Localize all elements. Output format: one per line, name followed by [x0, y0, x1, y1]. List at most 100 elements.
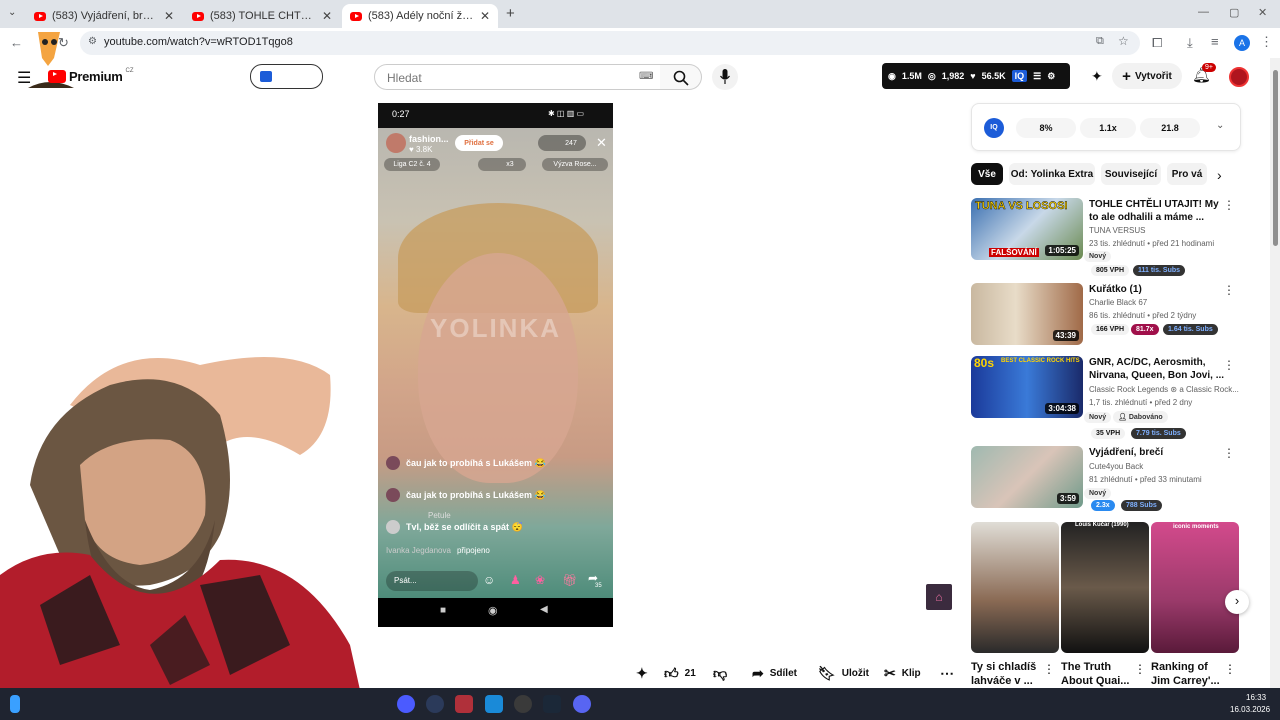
percent-value[interactable]: 8% — [1016, 118, 1076, 138]
video-title[interactable]: Kuřátko (1) — [1089, 283, 1229, 296]
gift-icon[interactable]: 🎁︎ — [562, 573, 577, 587]
account-avatar[interactable] — [1229, 67, 1249, 87]
channel-avatar[interactable] — [386, 133, 406, 153]
start-windows-icon[interactable] — [10, 695, 20, 713]
video-thumbnail[interactable]: TUNA VS LOSOSI FALŠOVÁNÍ 1:05:25 — [971, 198, 1083, 260]
extension-action-icon[interactable]: ✦ — [636, 662, 648, 684]
minimize-icon[interactable]: — — [1198, 6, 1209, 18]
reload-icon[interactable]: ↻ — [58, 35, 69, 51]
taskbar-app-icon[interactable] — [397, 695, 415, 713]
channel-name[interactable]: Charlie Black 67 — [1089, 298, 1147, 307]
search-input[interactable]: Hledat — [387, 71, 422, 85]
short-more-icon[interactable]: ⋮ — [1043, 662, 1055, 676]
more-options-icon[interactable]: ⋮ — [1223, 198, 1235, 212]
taskbar-app-icon[interactable] — [455, 695, 473, 713]
search-box[interactable]: Hledat ⌨ — [374, 64, 661, 90]
close-tab-icon[interactable]: ✕ — [322, 9, 332, 23]
short-thumbnail[interactable] — [971, 522, 1059, 653]
chrome-menu-icon[interactable]: ⋮ — [1260, 34, 1273, 50]
maximize-icon[interactable]: ▢ — [1229, 6, 1239, 19]
extensions-icon[interactable]: ⧠ — [1152, 35, 1162, 51]
list-icon[interactable]: ☰ — [1033, 71, 1041, 82]
extension-puzzle-icon[interactable]: ✦ — [1091, 68, 1103, 85]
share-button[interactable]: ➦ Sdílet — [752, 662, 797, 684]
channel-name[interactable]: TUNA VERSUS — [1089, 226, 1145, 235]
new-tab-button[interactable]: + — [506, 5, 515, 22]
chat-input[interactable]: Psát... — [386, 571, 478, 591]
profile-avatar[interactable]: A — [1234, 35, 1250, 51]
channel-name[interactable]: Cute4you Back — [1089, 462, 1143, 471]
scrollbar-thumb[interactable] — [1273, 70, 1278, 246]
taskbar-app-icon[interactable] — [485, 695, 503, 713]
recommendation-item[interactable]: TUNA VS LOSOSI FALŠOVÁNÍ 1:05:25 TOHLE C… — [971, 198, 1241, 278]
video-thumbnail[interactable]: 43:39 — [971, 283, 1083, 345]
settings-icon[interactable]: ⚙ — [1047, 71, 1055, 82]
browser-tab-1[interactable]: (583) Vyjádření, brečí - YouTube ✕ — [26, 4, 182, 28]
clip-button[interactable]: ✂ Klip — [884, 662, 921, 684]
video-title[interactable]: GNR, AC/DC, Aerosmith, Nirvana, Queen, B… — [1089, 356, 1229, 382]
short-thumbnail[interactable]: Louis Kučar (1990) — [1061, 522, 1149, 653]
close-tab-icon[interactable]: ✕ — [164, 9, 174, 23]
browser-tab-2[interactable]: (583) TOHLE CHTĚLI UTAJIT! My... ✕ — [184, 4, 340, 28]
video-thumbnail[interactable]: 3:59 — [971, 446, 1083, 508]
keyboard-icon[interactable]: ⌨ — [639, 71, 653, 82]
recommendation-item[interactable]: 80s BEST CLASSIC ROCK HITS 3:04:38 GNR, … — [971, 356, 1241, 441]
challenge-pill[interactable]: Výzva Rose... — [542, 158, 608, 171]
chip-from-channel[interactable]: Od: Yolinka Extra — [1009, 163, 1095, 185]
close-window-icon[interactable]: ✕ — [1258, 6, 1267, 19]
video-title[interactable]: Vyjádření, brečí — [1089, 446, 1229, 459]
more-options-icon[interactable]: ⋮ — [1223, 446, 1235, 460]
more-actions-button[interactable]: ⋯ — [940, 662, 954, 684]
site-settings-icon[interactable]: ⚙ — [88, 36, 97, 47]
like-button[interactable]: 👍︎ 21 — [664, 662, 696, 684]
more-options-icon[interactable]: ⋮ — [1223, 358, 1235, 372]
more-options-icon[interactable]: ⋮ — [1223, 283, 1235, 297]
people-icon[interactable]: ♟ — [510, 573, 521, 587]
short-more-icon[interactable]: ⋮ — [1134, 662, 1146, 676]
back-icon[interactable]: ← — [10, 35, 23, 50]
bookmark-star-icon[interactable]: ☆ — [1118, 34, 1129, 48]
expand-chevron-icon[interactable]: ⌄ — [1216, 120, 1224, 131]
emoji-icon[interactable]: ☺ — [483, 573, 495, 587]
close-live-icon[interactable]: ✕ — [596, 135, 607, 151]
recommendation-item[interactable]: 43:39 Kuřátko (1) Charlie Black 67 86 ti… — [971, 283, 1241, 348]
short-title[interactable]: Ty si chladíš lahváče v ... — [971, 660, 1041, 688]
short-title[interactable]: The Truth About Quai... — [1061, 660, 1133, 688]
youtube-logo[interactable]: Premium CZ — [48, 68, 134, 84]
short-thumbnail[interactable]: iconic moments — [1151, 522, 1239, 653]
voice-search-button[interactable] — [712, 64, 738, 90]
url-field[interactable]: ⚙ youtube.com/watch?v=wRTOD1Tqgo8 ⧉ ☆ — [80, 31, 1140, 55]
tab-list-chevron-icon[interactable]: ⌄ — [8, 7, 16, 18]
player-extension-icon[interactable]: ⌂ — [926, 584, 952, 610]
rose-icon[interactable]: ❀ — [535, 573, 545, 587]
create-button[interactable]: + Vytvořit — [1112, 63, 1182, 89]
close-tab-icon[interactable]: ✕ — [480, 9, 490, 23]
chip-related[interactable]: Související — [1101, 163, 1161, 185]
channel-name[interactable]: Classic Rock Legends ⊛ a Classic Rock... — [1089, 385, 1239, 394]
vidiq-icon[interactable]: IQ — [984, 118, 1004, 138]
channel-name[interactable]: fashion... — [409, 134, 449, 144]
menu-hamburger-icon[interactable]: ☰ — [17, 68, 31, 88]
taskbar-app-icon[interactable] — [426, 695, 444, 713]
notifications-button[interactable]: 🔔︎ 9+ — [1192, 63, 1216, 86]
cast-icon[interactable]: ⧉ — [1096, 35, 1104, 48]
recommendation-item[interactable]: 3:59 Vyjádření, brečí Cute4you Back 81 z… — [971, 446, 1241, 516]
video-thumbnail[interactable]: 80s BEST CLASSIC ROCK HITS 3:04:38 — [971, 356, 1083, 418]
browser-tab-3[interactable]: (583) Adély noční žebroduely p... ✕ — [342, 4, 498, 28]
taskbar-app-icon[interactable] — [514, 695, 532, 713]
save-button[interactable]: 🔖︎ Uložit — [818, 662, 869, 684]
vidiq-icon[interactable]: IQ — [1011, 70, 1028, 82]
score-value[interactable]: 21.8 — [1140, 118, 1200, 138]
short-title[interactable]: Ranking of Jim Carrey'... — [1151, 660, 1221, 688]
steam-icon[interactable] — [543, 695, 561, 713]
video-title[interactable]: TOHLE CHTĚLI UTAJIT! My to ale odhalili … — [1089, 198, 1229, 224]
follow-button[interactable]: Přidat se — [455, 135, 503, 151]
rate-value[interactable]: 1.1x — [1080, 118, 1136, 138]
reading-list-icon[interactable]: ≡ — [1211, 34, 1219, 49]
chip-all[interactable]: Vše — [971, 163, 1003, 185]
discord-icon[interactable] — [573, 695, 591, 713]
short-more-icon[interactable]: ⋮ — [1224, 662, 1236, 676]
shorts-next-button[interactable]: › — [1225, 590, 1249, 614]
download-icon[interactable]: ⤓ — [1187, 35, 1193, 51]
chips-next-icon[interactable]: › — [1217, 167, 1222, 183]
